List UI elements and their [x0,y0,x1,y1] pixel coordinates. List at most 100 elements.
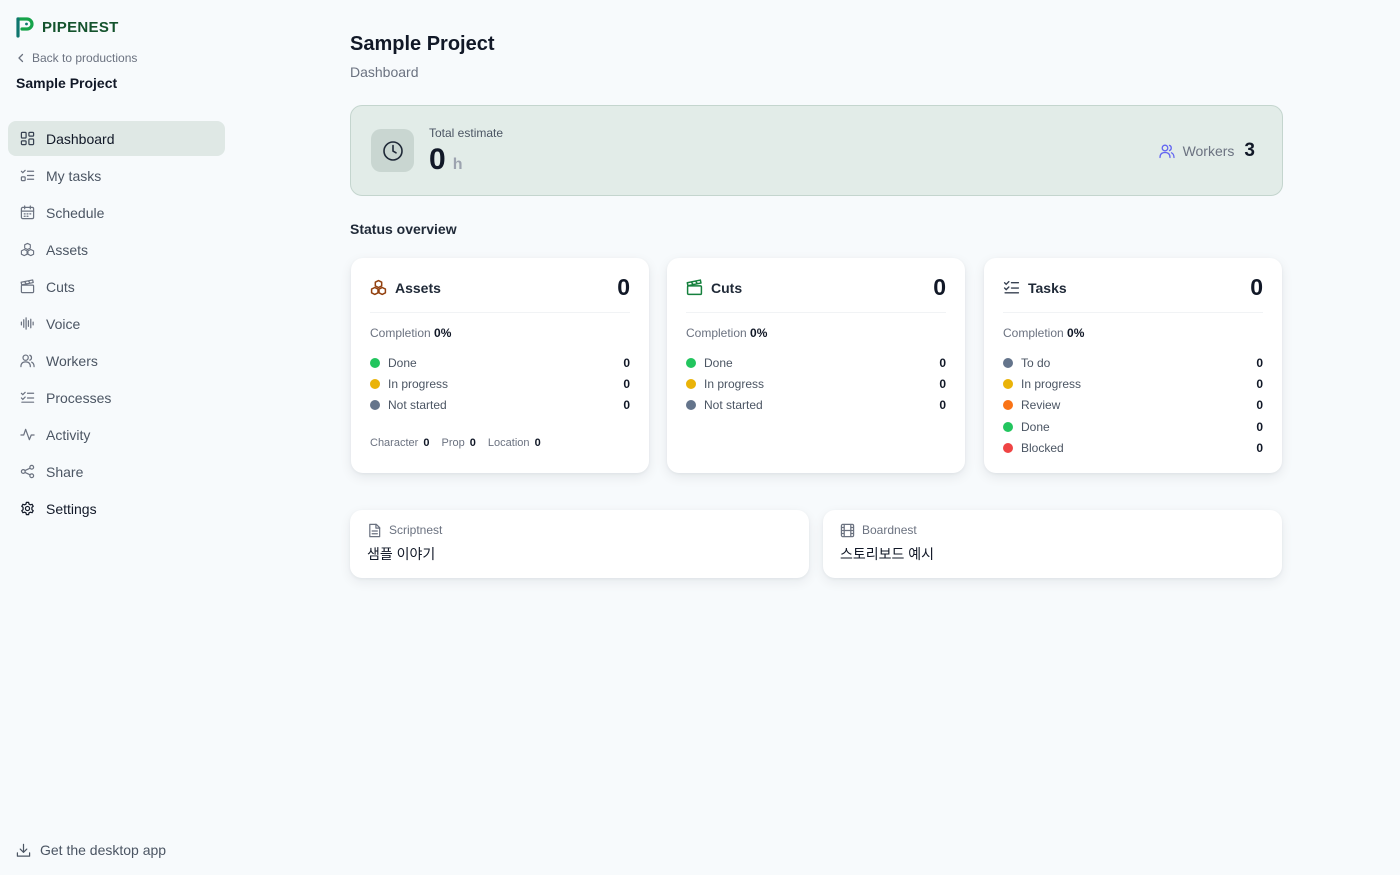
sidebar-item-assets[interactable]: Assets [8,232,225,267]
activity-icon [20,428,35,441]
users-icon [1158,144,1175,159]
dashboard-icon [20,131,35,146]
card-total: 0 [617,273,630,300]
status-dot [1003,421,1013,432]
status-label: Done [1021,419,1050,434]
status-overview-title: Status overview [350,221,457,237]
status-label: In progress [388,377,449,392]
sidebar-item-label: Settings [46,500,97,517]
sidebar-project-name: Sample Project [16,75,118,91]
type-count-location: Location 0 [487,437,541,449]
status-label: Done [704,355,733,370]
link-card-header: Scriptnest [367,522,442,538]
sidebar-item-label: Processes [46,389,112,406]
get-desktop-app-link[interactable]: Get the desktop app [16,840,166,860]
sidebar-item-share[interactable]: Share [8,454,225,489]
divider [686,312,946,313]
completion-text: Completion 0% [1003,326,1084,340]
sidebar-item-label: Share [46,463,84,480]
page-title: Sample Project [350,33,495,55]
sidebar-item-settings[interactable]: Settings [8,491,225,526]
workers-label: Workers [1182,143,1235,159]
sidebar-item-processes[interactable]: Processes [8,380,225,415]
assets-status-card[interactable]: Assets 0 Completion 0% Done 0 In progres… [351,258,649,473]
sidebar-item-cuts[interactable]: Cuts [8,269,225,304]
sidebar-item-label: Workers [46,352,98,369]
link-card-title: 스토리보드 예시 [840,546,935,562]
status-row-in-progress: In progress 0 [370,373,630,394]
status-dot [1003,357,1013,368]
tasks-status-card[interactable]: Tasks 0 Completion 0% To do 0 In progres… [984,258,1282,473]
status-label: Not started [704,398,763,413]
status-count: 0 [939,355,946,370]
link-card-title: 샘플 이야기 [367,546,436,562]
completion-value: 0% [434,326,452,340]
sidebar-item-label: Assets [46,241,89,258]
status-dot [1003,400,1013,411]
status-row-review: Review 0 [1003,395,1263,416]
calendar-icon [20,205,35,220]
status-dot [686,400,696,411]
boardnest-link-card[interactable]: Boardnest 스토리보드 예시 [823,510,1282,578]
scriptnest-link-card[interactable]: Scriptnest 샘플 이야기 [350,510,809,578]
link-card-app: Scriptnest [389,523,443,537]
status-count: 0 [623,398,630,413]
status-row-done: Done 0 [686,352,946,373]
status-dot [1003,443,1013,454]
sidebar-item-label: Activity [46,426,91,443]
card-title: Assets [395,280,441,296]
sidebar: PIPENEST Back to productions Sample Proj… [0,0,232,875]
sidebar-item-workers[interactable]: Workers [8,343,225,378]
back-link-label: Back to productions [32,51,138,65]
sidebar-item-activity[interactable]: Activity [8,417,225,452]
status-dot [370,400,380,411]
status-dot [686,379,696,390]
status-count: 0 [1256,398,1263,413]
status-list: Done 0 In progress 0 Not started 0 [686,352,946,416]
status-dot [1003,379,1013,390]
sidebar-nav: Dashboard My tasks Schedule Assets Cuts … [8,121,225,528]
users-icon [20,354,35,368]
status-label: Blocked [1021,441,1064,456]
status-label: To do [1021,355,1051,370]
completion-text: Completion 0% [686,326,767,340]
status-dot [370,379,380,390]
back-to-productions-link[interactable]: Back to productions [16,50,137,66]
status-list: To do 0 In progress 0 Review 0 Done 0 Bl… [1003,352,1263,459]
divider [370,312,630,313]
workers-count: 3 [1244,140,1255,161]
status-row-to-do: To do 0 [1003,352,1263,373]
sidebar-item-voice[interactable]: Voice [8,306,225,341]
sidebar-item-dashboard[interactable]: Dashboard [8,121,225,156]
sidebar-item-label: Voice [46,315,81,332]
link-card-app: Boardnest [862,523,917,537]
status-row-not-started: Not started 0 [686,395,946,416]
status-count: 0 [623,377,630,392]
completion-value: 0% [1067,326,1085,340]
file-text-icon [369,523,381,537]
status-count: 0 [1256,377,1263,392]
completion-label: Completion [686,326,747,340]
sidebar-item-schedule[interactable]: Schedule [8,195,225,230]
asset-type-counts: Character 0 Prop 0 Location 0 [370,437,541,449]
status-label: In progress [704,377,765,392]
sidebar-item-label: Cuts [46,278,75,295]
total-estimate-card: Total estimate 0 h Workers 3 [350,105,1283,196]
desktop-app-label: Get the desktop app [40,842,167,858]
status-count: 0 [939,377,946,392]
status-count: 0 [1256,419,1263,434]
sidebar-item-my-tasks[interactable]: My tasks [8,158,225,193]
page-subtitle: Dashboard [350,64,419,80]
completion-label: Completion [370,326,431,340]
status-label: Not started [388,398,447,413]
status-label: In progress [1021,377,1082,392]
brand[interactable]: PIPENEST [16,16,119,38]
status-row-done: Done 0 [370,352,630,373]
total-estimate-number: 0 [429,143,446,176]
status-row-in-progress: In progress 0 [686,373,946,394]
cuts-status-card[interactable]: Cuts 0 Completion 0% Done 0 In progress … [667,258,965,473]
status-row-not-started: Not started 0 [370,395,630,416]
clapperboard-icon [20,279,35,294]
type-count-prop: Prop 0 [441,437,476,449]
status-row-done: Done 0 [1003,416,1263,437]
